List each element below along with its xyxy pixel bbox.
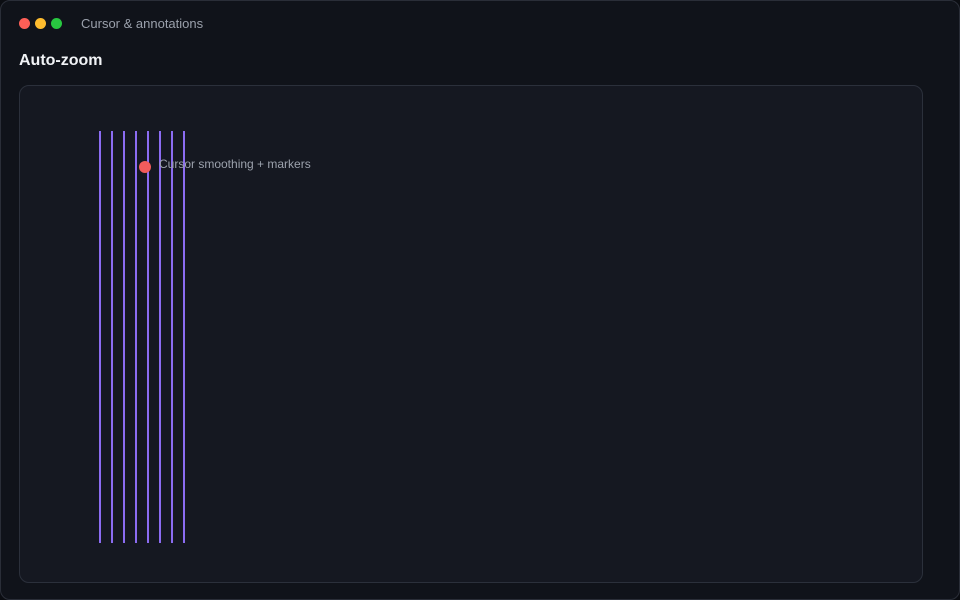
- section-title: Auto-zoom: [19, 52, 103, 69]
- marker-track-line: [183, 131, 185, 543]
- cursor-annotation-label: Cursor smoothing + markers: [159, 157, 311, 171]
- app-window: Cursor & annotations Auto-zoom Cursor sm…: [0, 0, 960, 600]
- zoom-window-button[interactable]: [51, 18, 62, 29]
- marker-track-line: [135, 131, 137, 543]
- title-bar: Cursor & annotations: [1, 1, 959, 45]
- minimize-window-button[interactable]: [35, 18, 46, 29]
- marker-track-line: [171, 131, 173, 543]
- marker-track-line: [159, 131, 161, 543]
- preview-canvas[interactable]: Cursor smoothing + markers: [19, 85, 923, 583]
- marker-track-line: [99, 131, 101, 543]
- close-window-button[interactable]: [19, 18, 30, 29]
- marker-track-line: [123, 131, 125, 543]
- window-title: Cursor & annotations: [81, 16, 204, 31]
- marker-track-line: [111, 131, 113, 543]
- marker-track-line: [147, 131, 149, 543]
- cursor-marker[interactable]: [139, 161, 151, 173]
